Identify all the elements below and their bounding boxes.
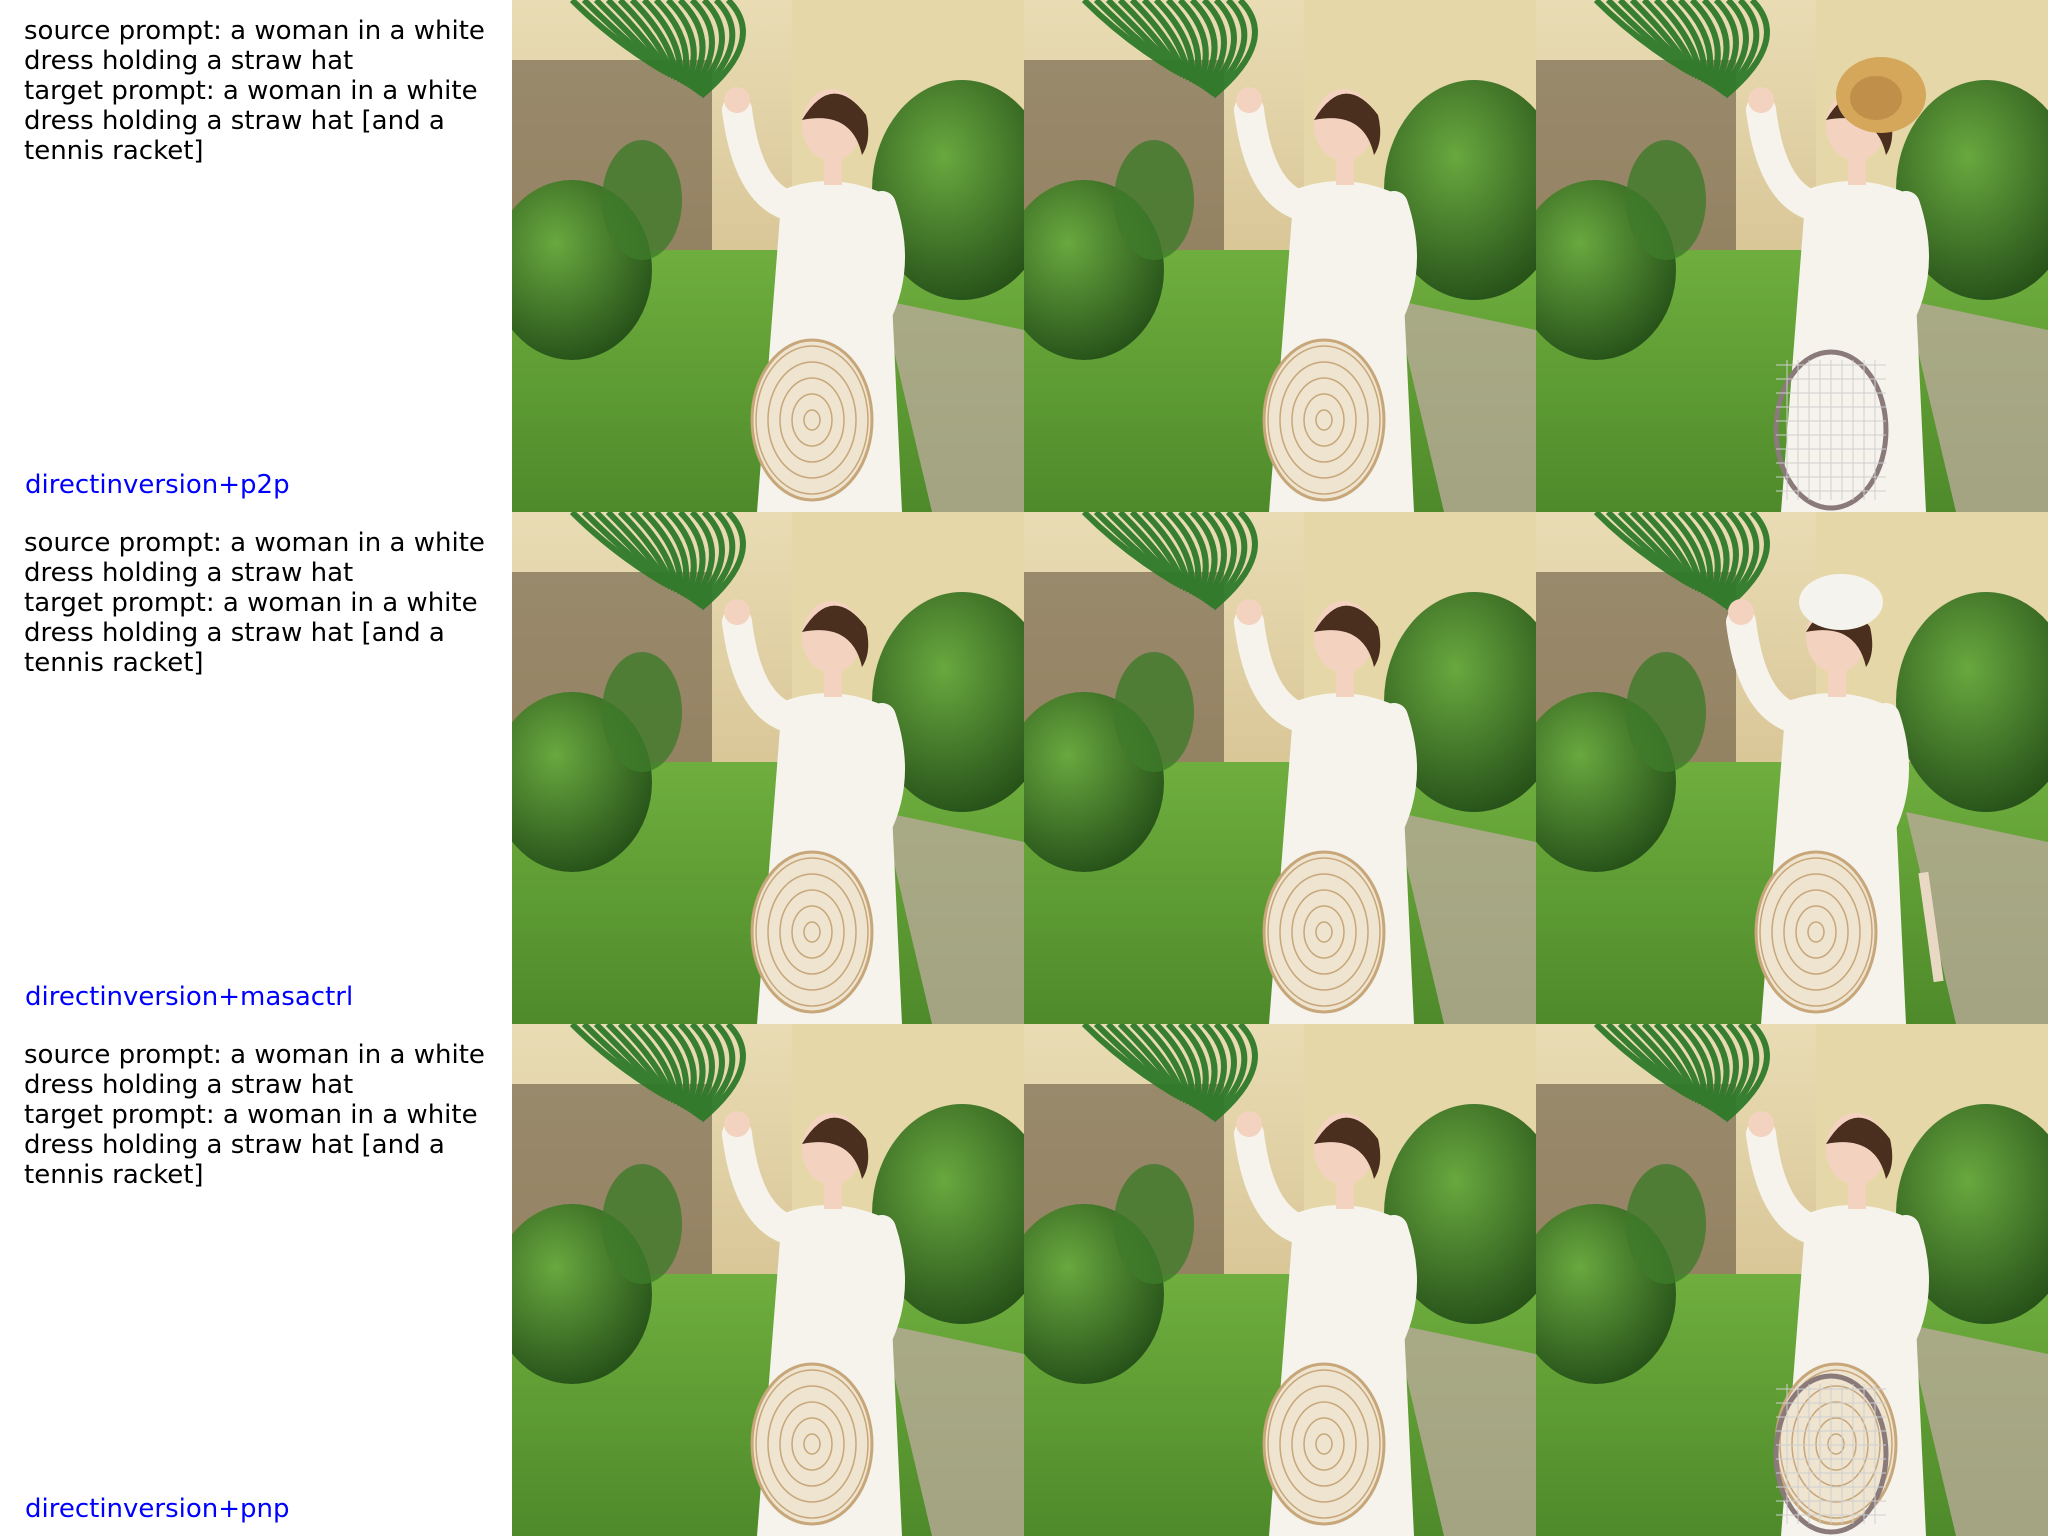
target-prompt: target prompt: a woman in a white dress … xyxy=(24,1100,478,1190)
source-prompt: source prompt: a woman in a white dress … xyxy=(24,1040,485,1100)
edited-image xyxy=(1536,0,2048,512)
prompt-cell: source prompt: a woman in a white dress … xyxy=(0,1024,512,1536)
source-image xyxy=(512,1024,1024,1536)
result-row: source prompt: a woman in a white dress … xyxy=(0,512,2048,1024)
scene-picture xyxy=(1024,1024,1536,1536)
result-row: source prompt: a woman in a white dress … xyxy=(0,1024,2048,1536)
scene-picture xyxy=(512,512,1024,1024)
reconstruction-image xyxy=(1024,512,1536,1024)
source-prompt: source prompt: a woman in a white dress … xyxy=(24,528,485,588)
method-label: directinversion+p2p xyxy=(25,470,290,500)
prompt-cell: source prompt: a woman in a white dress … xyxy=(0,512,512,1024)
method-label: directinversion+masactrl xyxy=(25,982,354,1012)
scene-picture xyxy=(1024,512,1536,1024)
scene-picture xyxy=(512,0,1024,512)
reconstruction-image xyxy=(1024,0,1536,512)
scene-picture xyxy=(1536,512,2048,1024)
scene-picture xyxy=(1024,0,1536,512)
source-image xyxy=(512,0,1024,512)
source-prompt: source prompt: a woman in a white dress … xyxy=(24,16,485,76)
prompt-text: source prompt: a woman in a white dress … xyxy=(24,528,494,678)
scene-picture xyxy=(512,1024,1024,1536)
edited-image xyxy=(1536,1024,2048,1536)
prompt-text: source prompt: a woman in a white dress … xyxy=(24,1040,494,1190)
prompt-text: source prompt: a woman in a white dress … xyxy=(24,16,494,166)
reconstruction-image xyxy=(1024,1024,1536,1536)
scene-picture xyxy=(1536,0,2048,512)
target-prompt: target prompt: a woman in a white dress … xyxy=(24,588,478,678)
scene-picture xyxy=(1536,1024,2048,1536)
prompt-cell: source prompt: a woman in a white dress … xyxy=(0,0,512,512)
source-image xyxy=(512,512,1024,1024)
method-label: directinversion+pnp xyxy=(25,1494,290,1524)
edited-image xyxy=(1536,512,2048,1024)
result-row: source prompt: a woman in a white dress … xyxy=(0,0,2048,512)
target-prompt: target prompt: a woman in a white dress … xyxy=(24,76,478,166)
